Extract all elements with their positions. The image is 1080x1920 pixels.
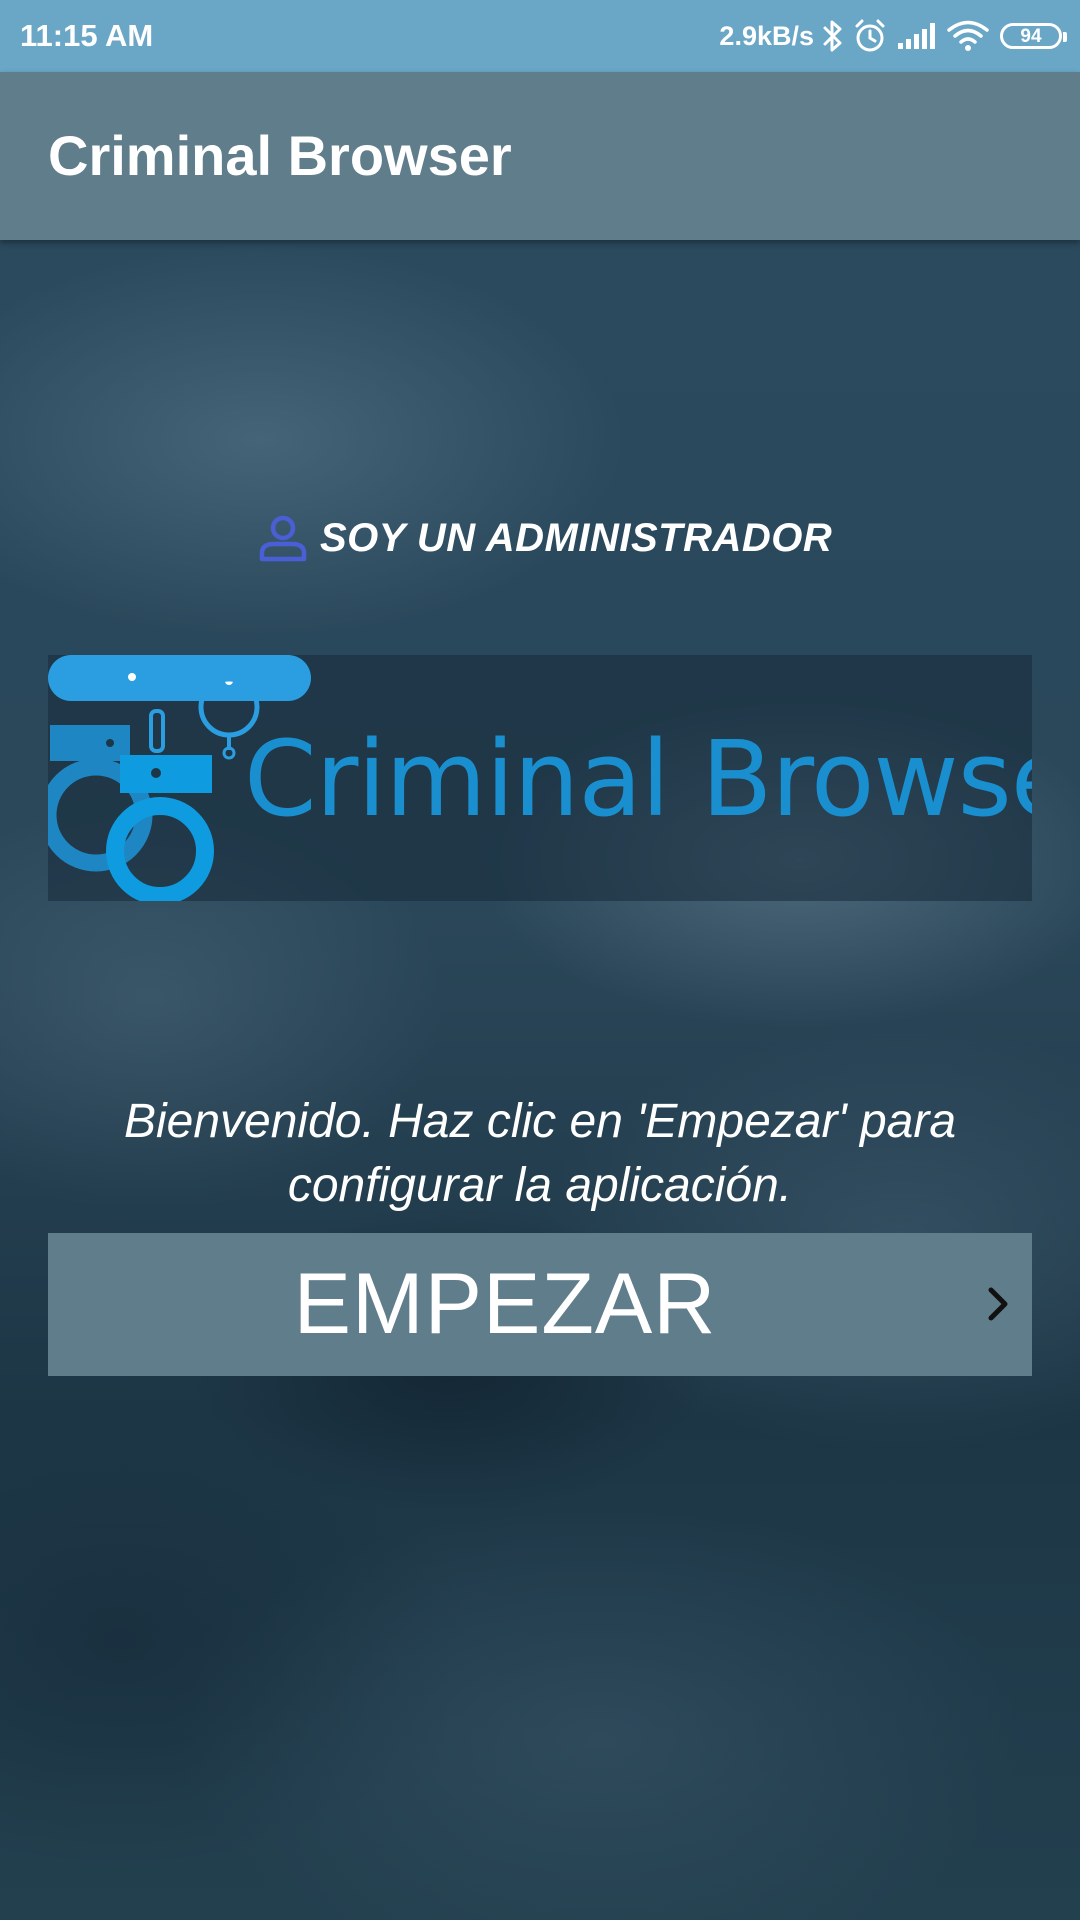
logo-banner: Criminal Browser xyxy=(48,655,1032,901)
chevron-right-icon xyxy=(986,1284,1010,1327)
wifi-icon xyxy=(946,19,990,53)
admin-link-label: SOY UN ADMINISTRADOR xyxy=(320,515,833,560)
app-bar: Criminal Browser xyxy=(0,72,1080,240)
battery-level: 94 xyxy=(1020,25,1042,47)
status-icons: 2.9kB/s 94 xyxy=(719,14,1067,58)
status-bar: 11:15 AM 2.9kB/s 94 xyxy=(0,0,1080,72)
main-content: SOY UN ADMINISTRADOR Criminal Browser Bi… xyxy=(0,240,1080,1920)
bluetooth-icon xyxy=(822,19,844,53)
logo-wordmark: Criminal Browser xyxy=(244,718,1032,840)
signal-icon xyxy=(896,21,938,51)
app-title: Criminal Browser xyxy=(48,124,512,187)
battery-icon: 94 xyxy=(1000,23,1067,49)
screen: 11:15 AM 2.9kB/s 94 Criminal Browser SOY… xyxy=(0,0,1080,1920)
alarm-icon xyxy=(852,18,888,54)
person-icon xyxy=(258,513,320,563)
admin-link[interactable]: SOY UN ADMINISTRADOR xyxy=(258,510,832,566)
network-speed: 2.9kB/s xyxy=(719,20,814,51)
status-time: 11:15 AM xyxy=(20,18,154,53)
battery-tip xyxy=(1063,32,1067,42)
start-button-label: EMPEZAR xyxy=(293,1256,717,1352)
start-button[interactable]: EMPEZAR xyxy=(48,1233,1032,1376)
welcome-message: Bienvenido. Haz clic en 'Empezar' para c… xyxy=(123,1095,957,1212)
